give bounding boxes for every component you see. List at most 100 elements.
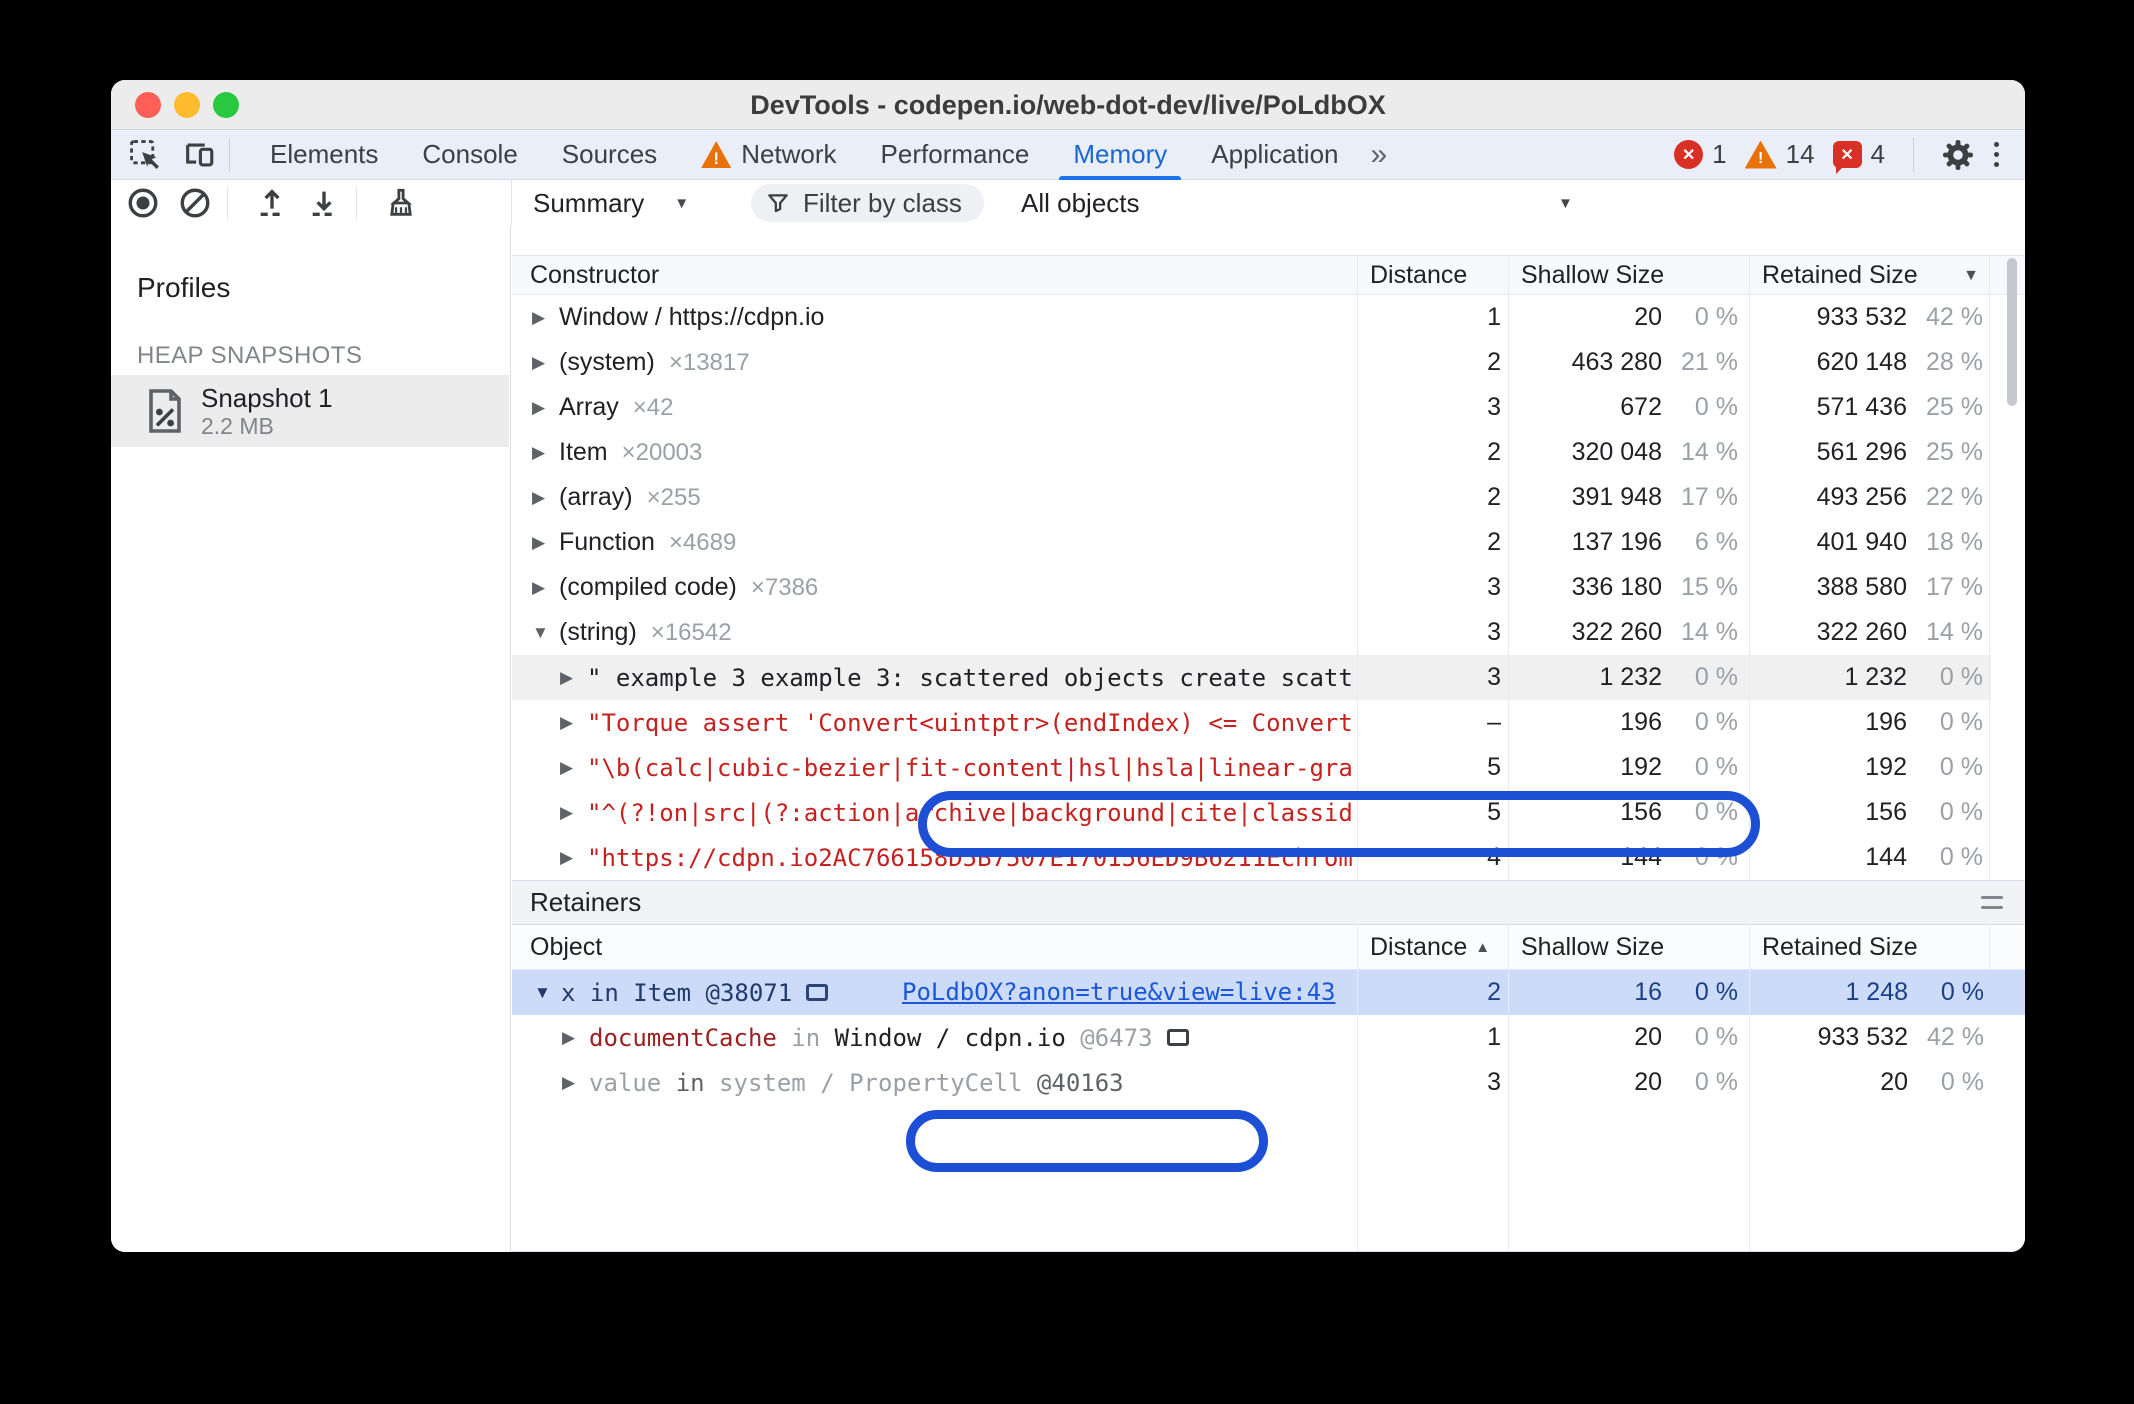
heap-row[interactable]: ▶ Array ×42 3 672 0 % 571 436 25 % [512, 385, 1991, 430]
tab-memory[interactable]: Memory [1051, 130, 1189, 180]
more-options-icon[interactable] [1994, 142, 1999, 167]
heap-row[interactable]: ▶ Item ×20003 2 320 048 14 % 561 296 25 % [512, 430, 1991, 475]
size-cell: 20 0 % [1508, 295, 1749, 340]
expand-arrow-icon[interactable]: ▶ [530, 533, 559, 553]
collapse-arrow-icon[interactable]: ▼ [530, 623, 559, 643]
issue-badge[interactable]: ✕ 4 [1832, 139, 1885, 174]
heap-row[interactable]: ▶ (compiled code) ×7386 3 336 180 15 % 388 580… [512, 565, 1991, 610]
tab-label: Memory [1073, 139, 1168, 169]
heap-constructor-rows: ▶ Window / https://cdpn.io 1 20 0 % 933 532 42… [512, 295, 2025, 880]
device-toolbar-icon[interactable] [179, 135, 219, 175]
chevron-down-icon[interactable]: ▼ [1558, 195, 1573, 212]
expand-arrow-icon[interactable]: ▶ [530, 443, 559, 463]
value: 1 232 [1599, 663, 1662, 691]
object-cell: ▼ x in Item @38071 PoLdbOX?anon=true&view=… [512, 970, 1357, 1015]
value: 1 248 [1845, 978, 1908, 1006]
retainer-row[interactable]: ▼ x in Item @38071 PoLdbOX?anon=true&view=… [512, 970, 2025, 1015]
heap-snapshots-section-label: HEAP SNAPSHOTS [137, 342, 363, 369]
more-tabs-button[interactable]: » [1371, 138, 1388, 172]
percent: 42 % [1927, 1023, 1984, 1051]
expand-arrow-icon[interactable]: ▶ [530, 398, 559, 418]
column-header-distance[interactable]: Distance [1357, 256, 1508, 294]
retainer-row[interactable]: ▶ documentCache in Window / cdpn.io @6473… [512, 1015, 2025, 1060]
profiles-sidebar: Profiles HEAP SNAPSHOTS Snapshot 1 2.2 M… [111, 226, 511, 1252]
size-cell: 196 0 % [1749, 700, 1990, 745]
expand-arrow-icon[interactable]: ▶ [558, 848, 587, 868]
memory-panel-content: Profiles HEAP SNAPSHOTS Snapshot 1 2.2 M… [111, 226, 2025, 1252]
heap-row[interactable]: ▶ "\b(calc|cubic-bezier|fit-content|hsl|h… [512, 745, 1991, 790]
heap-row[interactable]: ▶ "^(?!on|src|(?:action|archive|backgroun… [512, 790, 1991, 835]
reveal-object-icon[interactable] [806, 984, 829, 1001]
column-header-shallow-size[interactable]: Shallow Size [1508, 925, 1749, 969]
save-profile-icon[interactable] [304, 183, 344, 223]
percent: 25 % [1926, 393, 1983, 421]
inspect-icon[interactable] [125, 135, 165, 175]
column-header-retained-size[interactable]: Retained Size [1749, 925, 1990, 969]
class-filter-input[interactable]: Filter by class [751, 184, 984, 222]
tab-performance[interactable]: Performance [859, 130, 1052, 180]
expand-arrow-icon[interactable]: ▶ [530, 488, 559, 508]
percent: 25 % [1926, 438, 1983, 466]
expand-arrow-icon[interactable]: ▶ [558, 668, 587, 688]
perspective-select[interactable]: Summary ▼ [533, 188, 689, 219]
expand-arrow-icon[interactable]: ▶ [558, 713, 587, 733]
heap-row[interactable]: ▶ Function ×4689 2 137 196 6 % 401 940 18 % [512, 520, 1991, 565]
vertical-scrollbar[interactable] [2007, 258, 2017, 406]
retainer-row[interactable]: ▶ value in system / PropertyCell @40163 3 2… [512, 1060, 2025, 1105]
percent: 0 % [1694, 1023, 1738, 1051]
retainers-menu-icon[interactable] [1981, 896, 2003, 909]
heap-snapshot-icon [145, 389, 185, 433]
record-heap-snapshot-icon[interactable] [123, 183, 163, 223]
tab-sources[interactable]: Sources [540, 130, 679, 180]
size-cell: 322 260 14 % [1508, 610, 1749, 655]
percent: 22 % [1926, 483, 1983, 511]
clear-profiles-icon[interactable] [175, 183, 215, 223]
expand-arrow-icon[interactable]: ▶ [530, 308, 559, 328]
load-profile-icon[interactable] [252, 183, 292, 223]
tab-application[interactable]: Application [1189, 130, 1360, 180]
value: 571 436 [1816, 393, 1907, 421]
reveal-object-icon[interactable] [1166, 1029, 1189, 1046]
constructor-cell: ▶ "Torque assert 'Convert<uintptr>(endInd… [512, 700, 1357, 745]
expand-arrow-icon[interactable]: ▶ [558, 758, 587, 778]
heap-row[interactable]: ▼ (string) ×16542 3 322 260 14 % 322 260 14 % [512, 610, 1991, 655]
column-header-retained-size[interactable]: Retained Size ▼ [1749, 256, 1990, 294]
column-header-object[interactable]: Object [512, 925, 1357, 969]
expand-arrow-icon[interactable]: ▶ [530, 578, 559, 598]
constructor-cell: ▶ Item ×20003 [512, 430, 1357, 475]
column-header-shallow-size[interactable]: Shallow Size [1508, 256, 1749, 294]
column-header-distance[interactable]: Distance ▲ [1357, 925, 1508, 969]
heap-row[interactable]: ▶ (array) ×255 2 391 948 17 % 493 256 22 % [512, 475, 1991, 520]
tab-console[interactable]: Console [400, 130, 539, 180]
value: 2 [1487, 348, 1501, 376]
perspective-value: Summary [533, 187, 645, 218]
heap-row[interactable]: ▶ "Torque assert 'Convert<uintptr>(endInd… [512, 700, 1991, 745]
column-header-constructor[interactable]: Constructor [512, 256, 1357, 294]
heap-row[interactable]: ▶ " example 3 example 3: scattered object… [512, 655, 1991, 700]
expand-arrow-icon[interactable]: ▶ [560, 1028, 589, 1048]
heap-row[interactable]: ▶ Window / https://cdpn.io 1 20 0 % 933 532 42… [512, 295, 1991, 340]
tab-network[interactable]: ! Network [679, 130, 858, 180]
constructor-name: "^(?!on|src|(?:action|archive|background… [587, 798, 1353, 827]
error-badge[interactable]: ✕ 1 [1674, 139, 1727, 170]
heap-row[interactable]: ▶ "https://cdpn.io2AC766158D5B7507E170156… [512, 835, 1991, 880]
delete-snapshot-icon[interactable] [381, 183, 421, 223]
collapse-arrow-icon[interactable]: ▼ [532, 983, 561, 1003]
constructor-name: (system) [559, 348, 655, 376]
percent: 17 % [1926, 573, 1983, 601]
expand-arrow-icon[interactable]: ▶ [530, 353, 559, 373]
constructor-name: "Torque assert 'Convert<uintptr>(endInde… [587, 708, 1353, 737]
distance-cell: – [1357, 700, 1508, 745]
warning-badge[interactable]: ! 14 [1744, 139, 1815, 170]
heap-row[interactable]: ▶ (system) ×13817 2 463 280 21 % 620 148 28 % [512, 340, 1991, 385]
value: 3 [1487, 618, 1501, 646]
tab-elements[interactable]: Elements [248, 130, 400, 180]
settings-gear-icon[interactable] [1938, 135, 1978, 175]
source-location-link[interactable]: PoLdbOX?anon=true&view=live:43 [902, 970, 1335, 1015]
expand-arrow-icon[interactable]: ▶ [558, 803, 587, 823]
retainers-title: Retainers [530, 887, 642, 917]
objects-filter-select[interactable]: All objects [1021, 188, 1140, 219]
expand-arrow-icon[interactable]: ▶ [560, 1073, 589, 1093]
object-cell: ▶ documentCache in Window / cdpn.io @6473 [512, 1015, 1357, 1060]
sidebar-item-snapshot-1[interactable]: Snapshot 1 2.2 MB [111, 375, 509, 447]
